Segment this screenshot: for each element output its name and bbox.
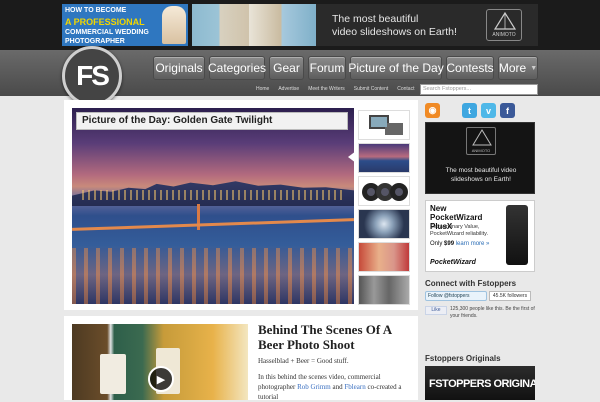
animoto-sidebar-line-2: slideshows on Earth! — [451, 176, 511, 183]
animoto-sidebar-ad[interactable]: ANIMOTO The most beautiful video slidesh… — [425, 122, 535, 194]
nav-gear[interactable]: Gear — [269, 56, 304, 80]
animoto-brand: ANIMOTO — [471, 148, 491, 153]
thumb-portrait[interactable] — [358, 242, 410, 272]
article-title[interactable]: Behind The Scenes Of A Beer Photo Shoot — [258, 322, 416, 352]
excerpt-text: and — [330, 383, 345, 391]
pocketwizard-device — [506, 205, 528, 265]
learn-more-link[interactable]: learn more » — [456, 241, 490, 247]
subnav-submit-content[interactable]: Submit Content — [354, 86, 388, 96]
fstoppers-logo[interactable]: FS — [62, 46, 122, 106]
active-thumb-pointer — [348, 151, 356, 163]
twitter-icon[interactable]: t — [462, 103, 477, 118]
animoto-logo: ANIMOTO — [466, 127, 496, 155]
wedding-photos-collage — [192, 4, 316, 46]
pocketwizard-ad[interactable]: New PocketWizard PlusX Extraordinary Val… — [425, 200, 535, 272]
rss-icon[interactable]: ◉ — [425, 103, 440, 118]
nav-forum[interactable]: Forum — [308, 56, 346, 80]
thumb-lenses[interactable] — [358, 176, 410, 206]
search-input[interactable]: Search Fstoppers... — [420, 84, 538, 95]
wedding-photographer-ad[interactable]: HOW TO BECOME A PROFESSIONAL COMMERCIAL … — [62, 4, 188, 46]
facebook-like-count: 125,300 people like this. Be the first o… — [450, 306, 535, 319]
price-prefix: Only — [430, 241, 445, 247]
facebook-icon[interactable]: f — [500, 103, 515, 118]
play-icon[interactable]: ▶ — [148, 366, 174, 392]
animoto-banner-ad[interactable]: The most beautiful video slideshows on E… — [192, 4, 538, 46]
chevron-down-icon: ▼ — [530, 64, 538, 72]
pocketwizard-brand: PocketWizard — [430, 259, 476, 266]
nav-contests[interactable]: Contests — [446, 56, 494, 80]
nav-label: More — [498, 61, 527, 75]
subnav-meet-the-writers[interactable]: Meet the Writers — [308, 86, 345, 96]
nav-label: Originals — [155, 61, 203, 75]
fstoppers-originals-banner[interactable]: FSTOPPERS ORIGINALS — [425, 366, 535, 400]
nav-picture-of-the-day[interactable]: Picture of the Day — [348, 56, 444, 80]
animoto-brand: ANIMOTO — [492, 32, 516, 38]
twitter-follow-button[interactable]: Follow @fstoppers — [425, 291, 487, 301]
ad-line-4: PHOTOGRAPHER — [65, 38, 125, 45]
thumb-camera-gear[interactable] — [358, 110, 410, 140]
facebook-like-button[interactable]: Like — [425, 306, 447, 315]
article-subtitle: Hasselblad + Beer = Good stuff. — [258, 357, 349, 365]
secondary-nav: Home Advertise Meet the Writers Submit C… — [256, 86, 414, 96]
vimeo-icon[interactable]: v — [481, 103, 496, 118]
thumb-golden-gate[interactable] — [358, 143, 410, 173]
subnav-home[interactable]: Home — [256, 86, 269, 96]
photographer-link[interactable]: Rob Grimm — [297, 383, 331, 391]
nav-more[interactable]: More ▼ — [498, 56, 538, 80]
animoto-logo: ANIMOTO — [486, 9, 522, 41]
subnav-advertise[interactable]: Advertise — [278, 86, 299, 96]
pocketwizard-price-line: Only $99 learn more » — [430, 241, 489, 247]
beer-label-left — [100, 354, 126, 394]
originals-heading: Fstoppers Originals — [425, 354, 501, 363]
article-excerpt: In this behind the scenes video, commerc… — [258, 372, 414, 402]
ad-line-1: HOW TO BECOME — [65, 7, 127, 14]
city-lights — [82, 190, 344, 200]
nav-label: Categories — [207, 61, 267, 75]
connect-heading: Connect with Fstoppers — [425, 279, 517, 288]
thumb-street[interactable] — [358, 275, 410, 305]
price: $99 — [444, 241, 455, 247]
water-reflection — [72, 248, 354, 304]
follower-count: 45.5K followers — [489, 291, 531, 301]
nav-label: Contests — [446, 61, 494, 75]
golden-gate-photo[interactable] — [72, 108, 354, 304]
thumb-tunnel[interactable] — [358, 209, 410, 239]
bride-photo — [162, 6, 186, 44]
animoto-ad-line-1: The most beautiful — [332, 13, 419, 25]
nav-label: Forum — [309, 61, 345, 75]
bridge-deck — [72, 218, 354, 231]
nav-originals[interactable]: Originals — [153, 56, 205, 80]
subnav-contact[interactable]: Contact — [397, 86, 414, 96]
ad-line-3: COMMERCIAL WEDDING — [65, 29, 149, 36]
fblearn-link[interactable]: Fblearn — [344, 383, 365, 391]
featured-caption[interactable]: Picture of the Day: Golden Gate Twilight — [76, 112, 348, 130]
nav-categories[interactable]: Categories — [207, 56, 267, 80]
pocketwizard-description: Extraordinary Value, PocketWizard reliab… — [430, 224, 488, 237]
animoto-sidebar-line-1: The most beautiful video — [445, 167, 517, 174]
animoto-ad-line-2: video slideshows on Earth! — [332, 26, 457, 38]
ad-line-2: A PROFESSIONAL — [65, 17, 145, 27]
nav-label: Gear — [273, 61, 300, 75]
nav-label: Picture of the Day — [348, 61, 444, 75]
